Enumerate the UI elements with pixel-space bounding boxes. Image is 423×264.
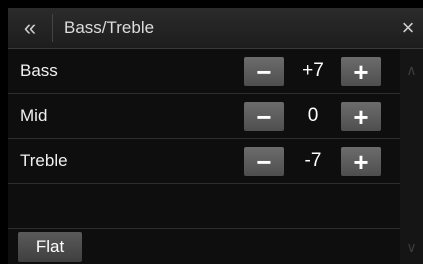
row-empty [8,184,400,229]
bass-treble-screen: « Bass/Treble × Bass − +7 + Mid − 0 + Tr… [8,8,423,264]
treble-value: -7 [304,150,322,171]
title-divider [52,14,53,42]
plus-icon: + [353,56,369,87]
header-bar: « Bass/Treble × [8,8,423,49]
bass-increase-button[interactable]: + [341,57,381,86]
bass-decrease-button[interactable]: − [244,57,284,86]
scrollbar[interactable]: ∧ ∨ [400,49,423,264]
plus-icon: + [353,146,369,177]
treble-decrease-button[interactable]: − [244,147,284,176]
mid-decrease-button[interactable]: − [244,102,284,131]
row-label-treble: Treble [20,151,68,170]
bass-value: +7 [302,60,324,81]
minus-icon: − [256,146,272,177]
plus-icon: + [353,101,369,132]
row-treble: Treble − -7 + [8,139,400,184]
row-label-bass: Bass [20,61,58,80]
close-icon: × [401,15,415,40]
close-button[interactable]: × [393,8,423,48]
scroll-up-button[interactable]: ∧ [400,55,423,85]
scroll-down-button[interactable]: ∨ [400,232,423,262]
row-bass: Bass − +7 + [8,49,400,94]
flat-button[interactable]: Flat [18,232,82,262]
back-button[interactable]: « [8,8,52,48]
mid-value: 0 [307,105,319,126]
minus-icon: − [256,56,272,87]
page-title: Bass/Treble [64,18,155,37]
row-label-mid: Mid [20,106,48,125]
row-mid: Mid − 0 + [8,94,400,139]
double-chevron-left-icon: « [23,15,37,40]
treble-increase-button[interactable]: + [341,147,381,176]
chevron-down-icon: ∨ [406,238,417,255]
mid-increase-button[interactable]: + [341,102,381,131]
minus-icon: − [256,101,272,132]
chevron-up-icon: ∧ [406,61,417,78]
